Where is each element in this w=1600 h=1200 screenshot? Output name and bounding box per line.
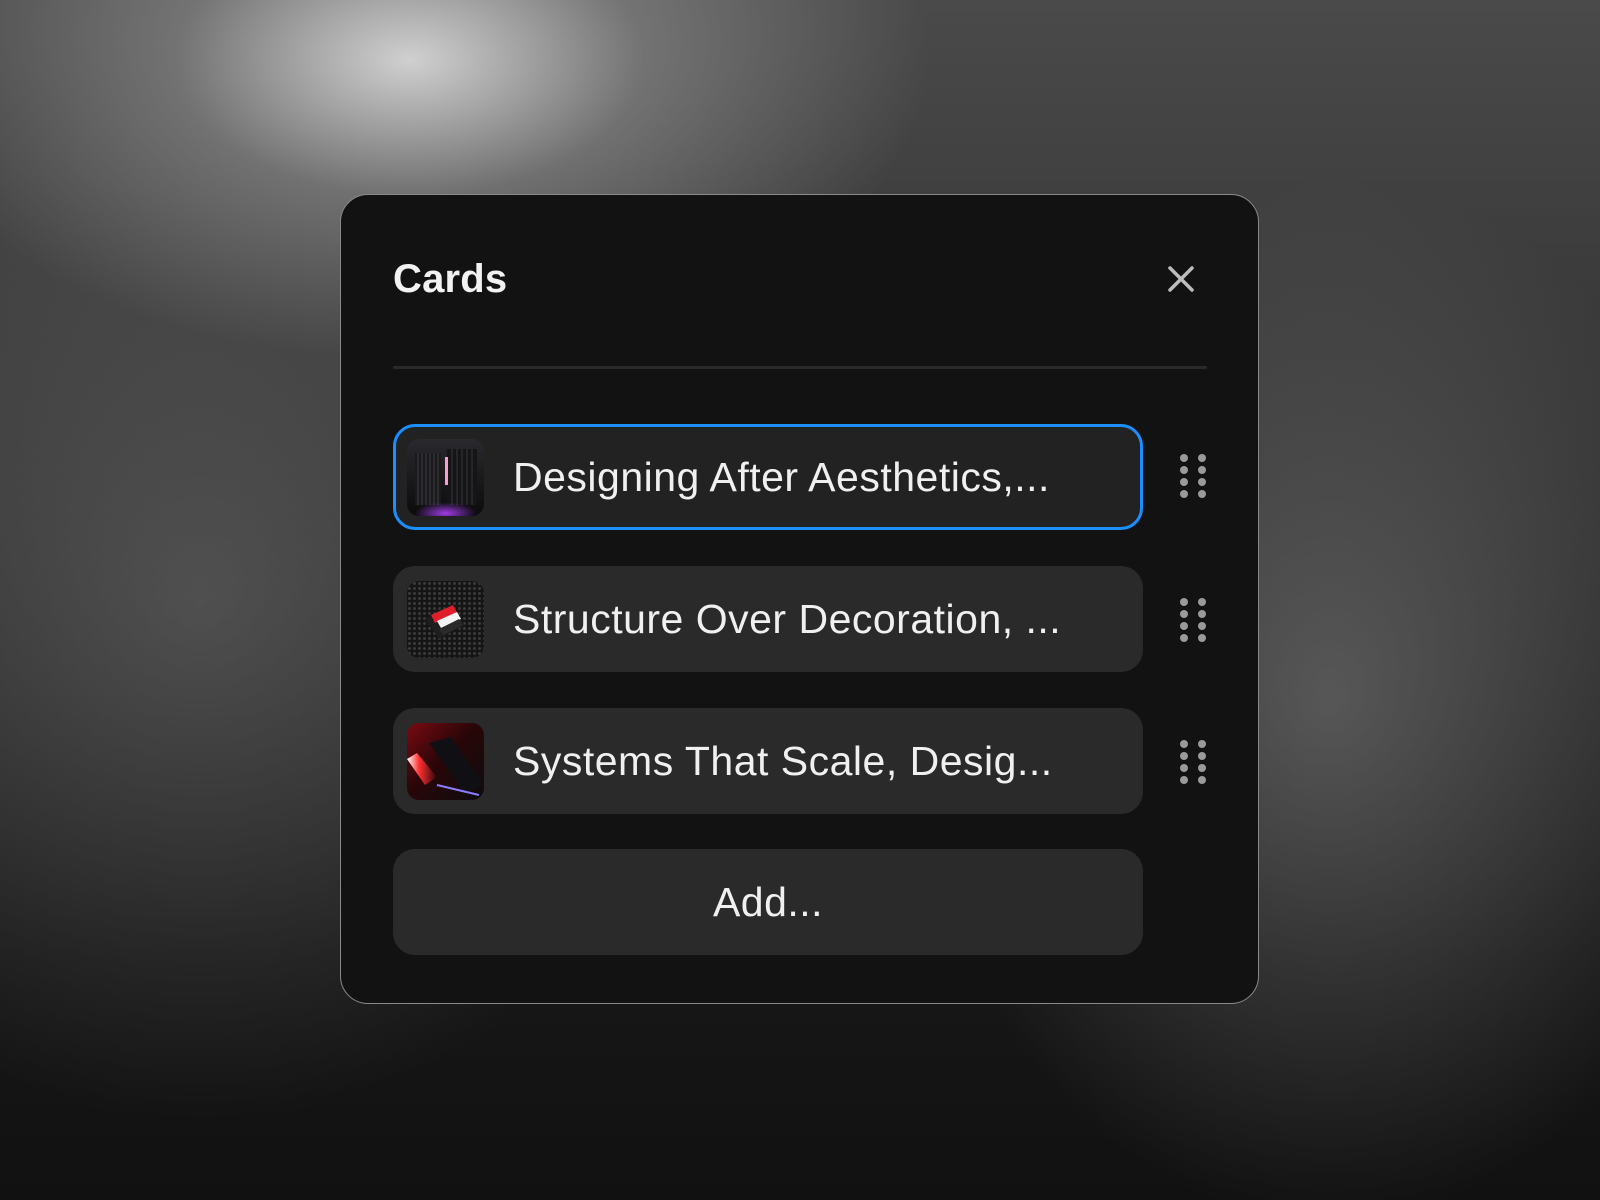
cards-panel: Cards Designing After Aesthetics,... Str… [340,194,1259,1004]
close-button[interactable] [1163,261,1199,297]
card-thumbnail [407,439,484,516]
card-label: Systems That Scale, Desig... [513,738,1053,784]
card-label: Structure Over Decoration, ... [513,596,1062,642]
card-item[interactable]: Systems That Scale, Desig... [393,708,1143,814]
header-divider [393,366,1207,369]
card-item[interactable]: Designing After Aesthetics,... [393,424,1143,530]
add-button[interactable]: Add... [393,849,1143,955]
card-item[interactable]: Structure Over Decoration, ... [393,566,1143,672]
drag-handle[interactable] [1179,452,1207,498]
drag-handle[interactable] [1179,596,1207,642]
card-thumbnail [407,581,484,658]
card-thumbnail [407,723,484,800]
drag-handle[interactable] [1179,738,1207,784]
drag-handle-icon [1180,598,1206,642]
close-icon [1168,266,1194,292]
panel-title: Cards [393,257,508,301]
drag-handle-icon [1180,740,1206,784]
card-label: Designing After Aesthetics,... [513,454,1050,500]
drag-handle-icon [1180,454,1206,498]
